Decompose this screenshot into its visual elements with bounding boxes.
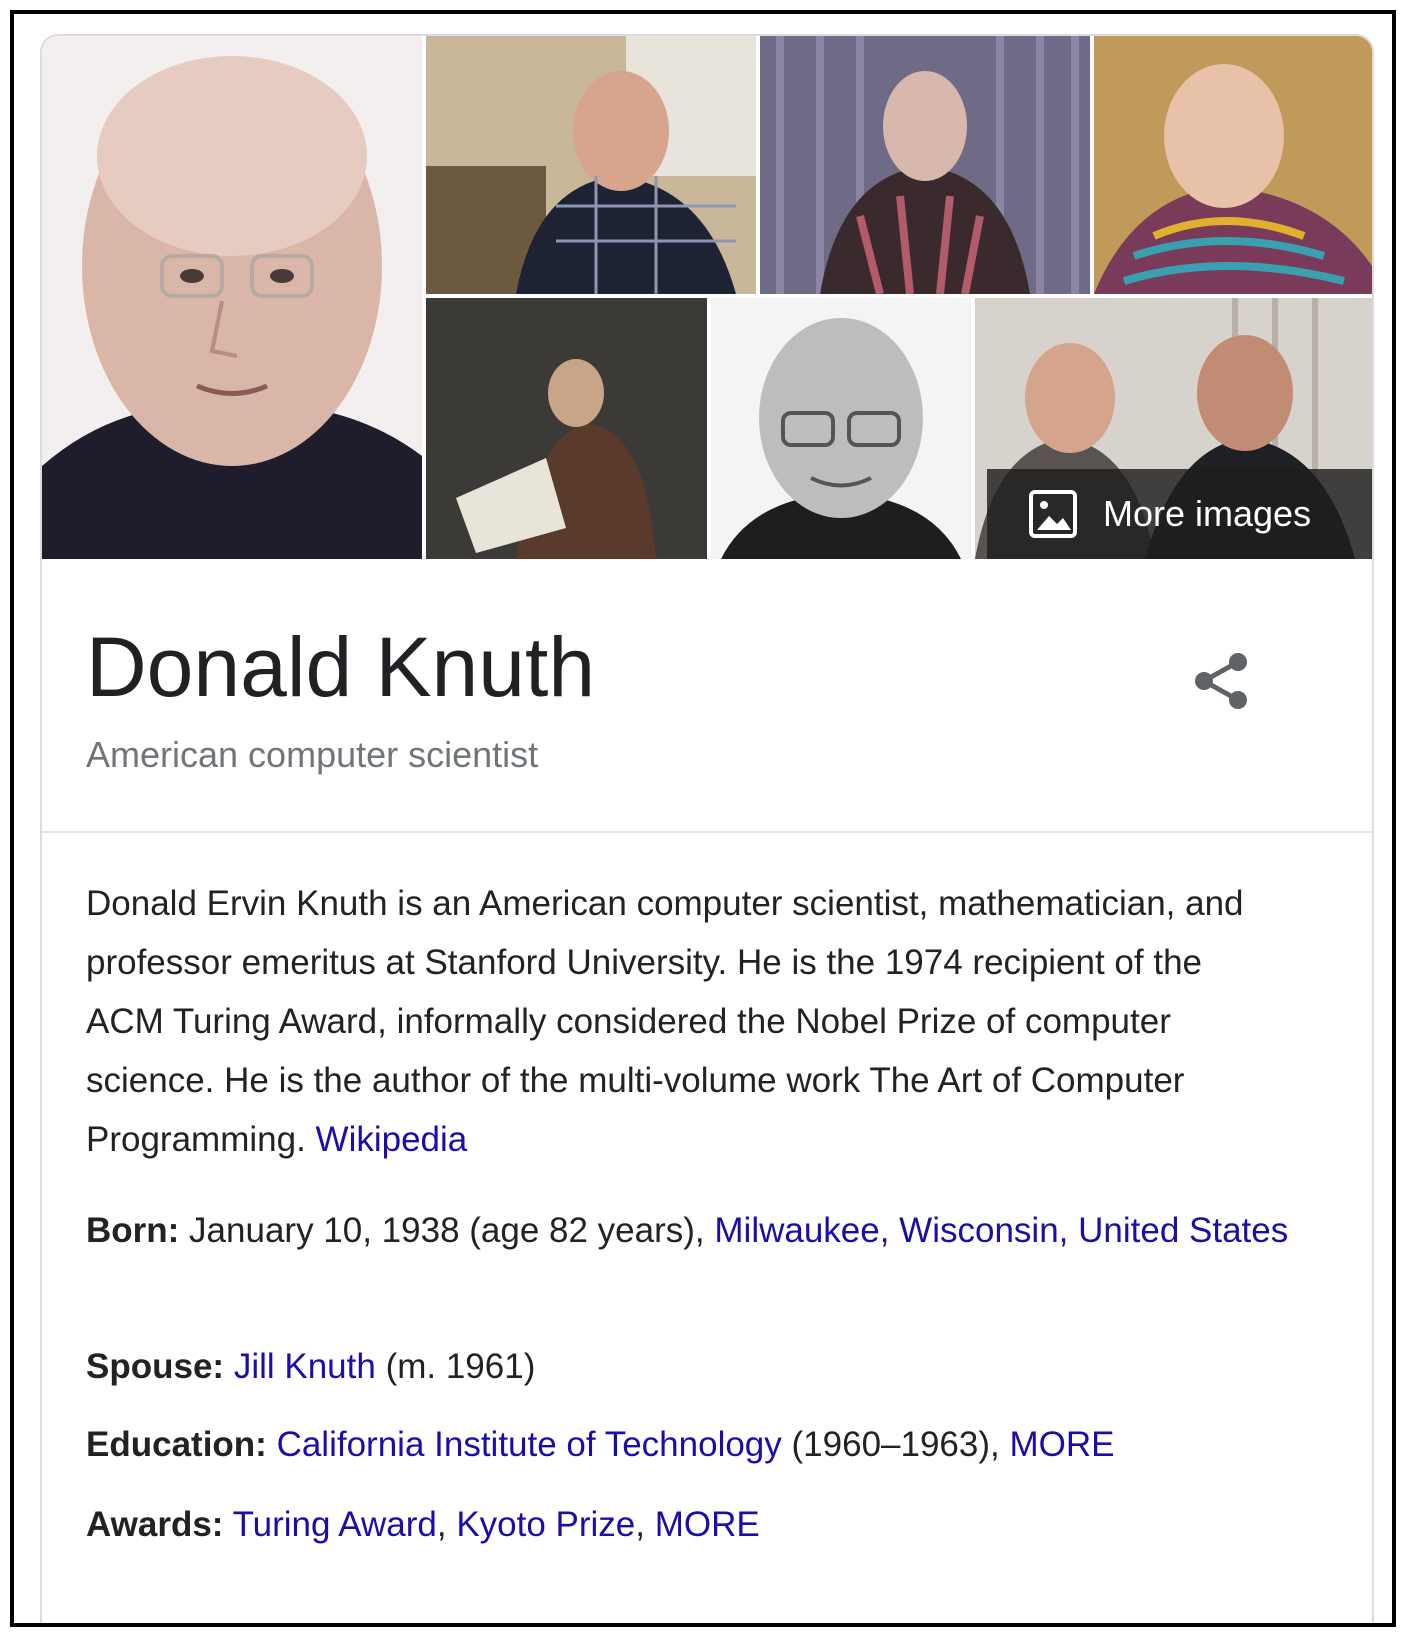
fact-education: Education: California Institute of Techn… — [86, 1415, 1326, 1474]
screenshot-frame: More images Donald Knuth American comput… — [10, 10, 1396, 1627]
more-images-label: More images — [1103, 493, 1312, 534]
image-icon — [1029, 490, 1077, 538]
gallery-image-7[interactable]: More images — [975, 298, 1372, 559]
fact-value: (1960–1963), — [791, 1425, 1000, 1464]
separator: , — [635, 1505, 646, 1544]
fact-label: Spouse: — [86, 1347, 225, 1386]
title-section: Donald Knuth American computer scientist — [42, 581, 1372, 831]
gallery-image-5[interactable] — [426, 298, 707, 559]
birthplace-link[interactable]: Milwaukee, Wisconsin, United States — [714, 1211, 1288, 1250]
image-gallery: More images — [42, 36, 1372, 581]
gallery-image-3[interactable] — [760, 36, 1090, 294]
entity-subtitle: American computer scientist — [86, 734, 539, 775]
award-link-kyoto[interactable]: Kyoto Prize — [456, 1505, 635, 1544]
fact-label: Born: — [86, 1211, 180, 1250]
fact-label: Education: — [86, 1425, 267, 1464]
fact-born: Born: January 10, 1938 (age 82 years), M… — [86, 1201, 1326, 1260]
fact-value: January 10, 1938 (age 82 years), — [189, 1211, 705, 1250]
entity-description: Donald Ervin Knuth is an American comput… — [86, 874, 1286, 1169]
gallery-image-main[interactable] — [42, 36, 422, 559]
share-icon — [1195, 653, 1247, 709]
education-more-link[interactable]: MORE — [1009, 1425, 1114, 1464]
gallery-image-4[interactable] — [1094, 36, 1372, 294]
gallery-image-2[interactable] — [426, 36, 756, 294]
award-link-turing[interactable]: Turing Award — [233, 1505, 437, 1544]
fact-value: (m. 1961) — [385, 1347, 536, 1386]
divider — [42, 831, 1372, 833]
fact-awards: Awards: Turing Award, Kyoto Prize, MORE — [86, 1495, 1326, 1554]
separator: , — [436, 1505, 447, 1544]
knowledge-panel: More images Donald Knuth American comput… — [40, 34, 1374, 1623]
gallery-image-6[interactable] — [711, 298, 971, 559]
fact-spouse: Spouse: Jill Knuth (m. 1961) — [86, 1337, 1326, 1396]
wikipedia-link[interactable]: Wikipedia — [316, 1120, 468, 1159]
more-images-button[interactable]: More images — [987, 469, 1372, 559]
awards-more-link[interactable]: MORE — [655, 1505, 760, 1544]
spouse-link[interactable]: Jill Knuth — [234, 1347, 376, 1386]
entity-title: Donald Knuth — [86, 620, 596, 714]
fact-label: Awards: — [86, 1505, 224, 1544]
education-link[interactable]: California Institute of Technology — [277, 1425, 782, 1464]
description-text: Donald Ervin Knuth is an American comput… — [86, 884, 1244, 1159]
share-button[interactable] — [1182, 641, 1262, 721]
